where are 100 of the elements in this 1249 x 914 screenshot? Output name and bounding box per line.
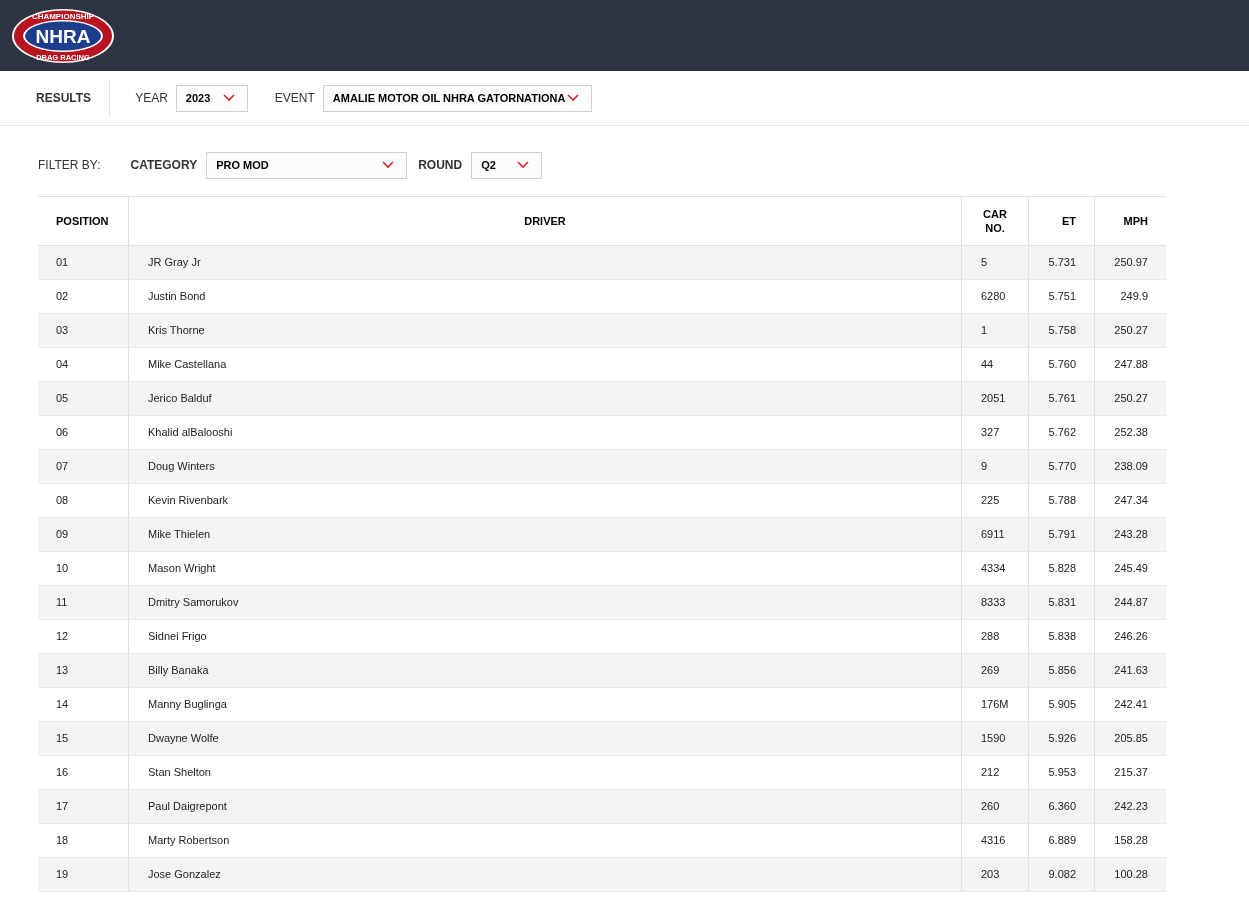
table-cell-text: 238.09 [1114, 459, 1148, 475]
chevron-down-icon [566, 94, 579, 102]
category-label: CATEGORY [130, 157, 198, 174]
year-label: YEAR [135, 90, 168, 107]
table-cell-text: 5.731 [1048, 255, 1076, 271]
table-cell-text: 5.953 [1048, 765, 1076, 781]
table-cell-text: Stan Shelton [148, 765, 211, 781]
year-select[interactable]: 2023 [175, 84, 248, 112]
table-cell-text: 327 [981, 425, 1000, 441]
chevron-down-icon [222, 94, 235, 102]
table-cell-text: Manny Buglinga [148, 697, 227, 713]
round-select[interactable]: Q2 [471, 151, 543, 179]
table-cell-text: 2051 [981, 391, 1006, 407]
table-cell-text: 01 [56, 255, 69, 271]
table-cell-text: 5.926 [1048, 731, 1076, 747]
table-cell-text: 100.28 [1114, 867, 1148, 883]
table-cell-text: 260 [981, 799, 1000, 815]
table-cell-text: 246.26 [1114, 629, 1148, 645]
column-header: CAR NO. [983, 207, 1007, 235]
table-cell-text: 10 [56, 561, 69, 577]
table-cell-text: 288 [981, 629, 1000, 645]
table-cell-text: 13 [56, 663, 69, 679]
table-cell-text: Paul Daigrepont [148, 799, 227, 815]
table-cell-text: 4334 [981, 561, 1006, 577]
table-cell-text: 5.760 [1048, 357, 1076, 373]
table-cell-text: 250.27 [1114, 391, 1148, 407]
column-header: MPH [1123, 214, 1148, 228]
table-cell-text: 02 [56, 289, 69, 305]
event-select[interactable]: AMALIE MOTOR OIL NHRA GATORNATIONA [322, 84, 592, 112]
table-cell-text: 249.9 [1120, 289, 1148, 305]
table-cell-text: 5.758 [1048, 323, 1076, 339]
table-cell-text: 44 [981, 357, 994, 373]
table-cell-text: 247.34 [1114, 493, 1148, 509]
table-cell-text: 5.828 [1048, 561, 1076, 577]
table-cell-text: Dwayne Wolfe [148, 731, 219, 747]
table-cell-text: 09 [56, 527, 69, 543]
table-cell-text: Jerico Balduf [148, 391, 212, 407]
table-cell-text: Doug Winters [148, 459, 215, 475]
table-cell-text: 06 [56, 425, 69, 441]
table-cell-text: 250.27 [1114, 323, 1148, 339]
category-select[interactable]: PRO MOD [206, 151, 408, 179]
table-cell-text: 225 [981, 493, 1000, 509]
table-cell-text: Jose Gonzalez [148, 867, 221, 883]
event-label: EVENT [274, 90, 315, 107]
table-cell-text: 244.87 [1114, 595, 1148, 611]
table-cell-text: 5.788 [1048, 493, 1076, 509]
table-cell-text: 5.856 [1048, 663, 1076, 679]
table-cell-text: 9 [981, 459, 988, 475]
table-cell-text: 212 [981, 765, 1000, 781]
column-header: ET [1061, 214, 1076, 228]
table-cell-text: 243.28 [1114, 527, 1148, 543]
table-cell-text: 5.751 [1048, 289, 1076, 305]
table-cell-text: 203 [981, 867, 1000, 883]
table-cell-text: 269 [981, 663, 1000, 679]
table-cell-text: Sidnei Frigo [148, 629, 207, 645]
table-cell-text: 04 [56, 357, 69, 373]
table-cell-text: 6911 [981, 527, 1005, 543]
table-cell-text: 5 [981, 255, 988, 271]
table-cell-text: 4316 [981, 833, 1006, 849]
results-title: RESULTS [35, 90, 93, 107]
table-cell-text: 5.905 [1048, 697, 1076, 713]
round-label: ROUND [418, 157, 463, 174]
table-cell-text: 15 [56, 731, 69, 747]
table-cell-text: 241.63 [1114, 663, 1148, 679]
column-header: DRIVER [524, 214, 566, 228]
table-cell-text: 242.23 [1114, 799, 1148, 815]
table-cell-text: 5.762 [1048, 425, 1076, 441]
table-cell-text: Kris Thorne [148, 323, 205, 339]
table-cell-text: 242.41 [1114, 697, 1148, 713]
table-cell-text: Billy Banaka [148, 663, 209, 679]
table-cell-text: 6.889 [1048, 833, 1076, 849]
chevron-down-icon [517, 161, 530, 169]
table-cell-text: 9.082 [1048, 867, 1076, 883]
table-cell-text: 1590 [981, 731, 1006, 747]
table-cell-text: 5.770 [1048, 459, 1076, 475]
table-cell-text: 245.49 [1114, 561, 1148, 577]
table-cell-text: Kevin Rivenbark [148, 493, 229, 509]
table-cell-text: 6.360 [1048, 799, 1076, 815]
table-cell-text: 19 [56, 867, 69, 883]
table-cell-text: Mike Castellana [148, 357, 227, 373]
table-cell-text: Dmitry Samorukov [148, 595, 239, 611]
table-cell-text: 18 [56, 833, 69, 849]
table-cell-text: 176M [981, 697, 1009, 713]
table-cell-text: 6280 [981, 289, 1006, 305]
table-cell-text: Mike Thielen [148, 527, 211, 543]
table-cell-text: 05 [56, 391, 69, 407]
table-cell-text: 14 [56, 697, 69, 713]
table-cell-text: 08 [56, 493, 69, 509]
table-cell-text: 8333 [981, 595, 1006, 611]
table-cell-text: JR Gray Jr [148, 255, 201, 271]
table-cell-text: 12 [56, 629, 69, 645]
filter-label: FILTER BY: [37, 157, 101, 174]
chevron-down-icon [382, 161, 395, 169]
table-cell-text: Marty Robertson [148, 833, 230, 849]
table-cell-text: 5.831 [1048, 595, 1076, 611]
table-cell-text: 5.838 [1048, 629, 1076, 645]
table-cell-text: 250.97 [1114, 255, 1148, 271]
table-cell-text: 5.791 [1048, 527, 1076, 543]
table-cell-text: 03 [56, 323, 69, 339]
table-cell-text: Justin Bond [148, 289, 206, 305]
